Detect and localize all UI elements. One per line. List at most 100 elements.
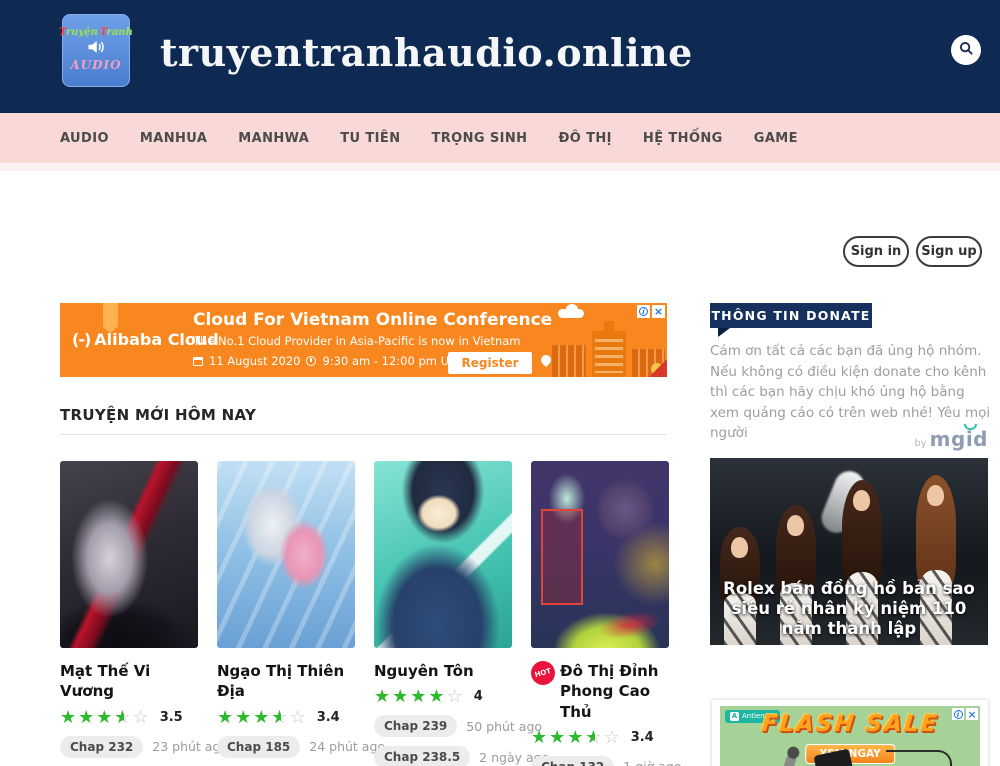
star-icon: ★ [531, 727, 547, 748]
star-icon: ☆★ [271, 709, 287, 727]
header: TruyệnTranh AUDIO truyentranhaudio.onlin… [0, 0, 1000, 113]
comic-title[interactable]: Nguyên Tôn [374, 661, 474, 681]
comic-title-row: Nguyên Tôn [374, 661, 512, 681]
chapter-chip[interactable]: Chap 239 [374, 715, 457, 737]
clock-icon [306, 356, 316, 366]
stars-rating: ★★★☆★☆ 3.4 [531, 728, 669, 747]
star-icon: ☆ [604, 727, 620, 748]
stand-wire-graphic [886, 750, 952, 766]
star-icon: ☆★ [585, 729, 601, 747]
chapter-chip[interactable]: Chap 132 [531, 756, 614, 766]
star-icon: ★ [567, 727, 583, 748]
star-icon: ☆ [447, 686, 463, 707]
logo-script-text: TruyệnTranh [58, 28, 134, 38]
sign-in-button[interactable]: Sign in [843, 236, 909, 267]
nav-item[interactable]: AUDIO [60, 131, 109, 146]
flash-sale-title: FLASH SALE [720, 711, 980, 737]
chapter-row: Chap 185 24 phút ago [217, 736, 355, 758]
comic-cover-image[interactable] [217, 461, 355, 648]
nav-item[interactable]: HỆ THỐNG [643, 131, 723, 146]
main-nav: AUDIO MANHUA MANHWA TU TIÊN TRỌNG SINH ĐÔ THỊ… [0, 113, 1000, 163]
nav-items: AUDIO MANHUA MANHWA TU TIÊN TRỌNG SINH ĐÔ THỊ… [60, 113, 798, 163]
star-icon: ☆★ [114, 709, 130, 727]
comic-card: Nguyên Tôn ★★★★☆ 4 Chap 239 50 phút ago … [374, 461, 512, 766]
chapter-row: Chap 132 1 giờ ago [531, 756, 669, 766]
donate-ribbon: THÔNG TIN DONATE [710, 303, 872, 328]
star-icons: ★★★☆★☆ [217, 708, 308, 727]
comic-cards-grid: Mạt Thế Vi Vương ★★★☆★☆ 3.5 Chap 232 23 … [60, 461, 672, 766]
info-letter: i [954, 710, 963, 719]
star-icon: ★ [235, 707, 251, 728]
building-graphic [552, 345, 586, 377]
star-icon: ★ [392, 686, 408, 707]
ad-close-icon[interactable]: × [652, 305, 665, 318]
nav-item[interactable]: MANHUA [140, 131, 207, 146]
donate-ribbon-tail [718, 328, 730, 337]
chapter-chip[interactable]: Chap 232 [60, 736, 143, 758]
comic-cover-image[interactable] [60, 461, 198, 648]
chapter-list: Chap 132 1 giờ ago Chap 131 05/08/2020 [531, 756, 669, 766]
comic-cover-image[interactable] [374, 461, 512, 648]
alibaba-ad-banner[interactable]: (-) Alibaba Cloud Cloud For Vietnam Onli… [60, 303, 667, 377]
nav-bottom-strip [0, 163, 1000, 171]
rolex-native-ad[interactable]: Rolex bán đồng hồ bản sao siêu rẻ nhân k… [710, 458, 988, 645]
comic-card: Mạt Thế Vi Vương ★★★☆★☆ 3.5 Chap 232 23 … [60, 461, 198, 766]
chapter-row: Chap 232 23 phút ago [60, 736, 198, 758]
logo-word1: Truyện [58, 28, 99, 38]
ad-info-icon[interactable]: i [952, 708, 964, 720]
chapter-chip[interactable]: Chap 185 [217, 736, 300, 758]
logo-audio-label: AUDIO [70, 59, 121, 72]
search-button[interactable] [951, 35, 981, 65]
section-divider [60, 434, 667, 435]
page: TruyệnTranh AUDIO truyentranhaudio.onlin… [0, 0, 1000, 766]
chapter-chip[interactable]: Chap 238.5 [374, 746, 470, 766]
star-icons: ★★★☆★☆ [60, 708, 151, 727]
register-now-button[interactable]: Register Now [448, 352, 532, 374]
ad-event-date: 11 August 2020 [209, 354, 300, 368]
site-title[interactable]: truyentranhaudio.online [160, 30, 693, 75]
stars-rating: ★★★★☆ 4 [374, 687, 512, 706]
chapter-list: Chap 232 23 phút ago Chap 231 05/08/2020 [60, 736, 198, 766]
logo-word2: Tranh [99, 28, 134, 38]
ad-close-icon[interactable]: × [966, 708, 978, 720]
nav-item[interactable]: MANHWA [238, 131, 309, 146]
nav-item[interactable]: TRỌNG SINH [431, 131, 527, 146]
star-icon: ☆ [133, 707, 149, 728]
comic-card: Ngạo Thị Thiên Địa ★★★☆★☆ 3.4 Chap 185 2… [217, 461, 355, 766]
stars-rating: ★★★☆★☆ 3.5 [60, 708, 198, 727]
nav-item[interactable]: ĐÔ THỊ [558, 131, 611, 146]
ad-subheadline: The No.1 Cloud Provider in Asia-Pacific … [193, 334, 521, 348]
cloud-graphic [558, 309, 584, 318]
star-icon: ★ [78, 707, 94, 728]
mgid-brand: mgid [930, 427, 988, 451]
mgid-by-label: by [914, 438, 926, 449]
nav-item[interactable]: GAME [754, 131, 798, 146]
alibaba-logo-mark: (-) [72, 330, 90, 349]
comic-cover-image[interactable] [531, 461, 669, 648]
ad-info-icon[interactable]: i [637, 305, 650, 318]
star-icon: ★ [374, 686, 390, 707]
church-graphic [592, 331, 626, 377]
nav-item[interactable]: TU TIÊN [340, 131, 400, 146]
site-logo[interactable]: TruyệnTranh AUDIO [62, 14, 130, 87]
stars-rating: ★★★☆★☆ 3.4 [217, 708, 355, 727]
rating-value: 3.4 [631, 730, 654, 745]
comic-title[interactable]: Đô Thị Đỉnh Phong Cao Thủ [560, 661, 669, 722]
star-icon: ☆ [290, 707, 306, 728]
star-icon: ★ [549, 727, 565, 748]
flash-ad-body: A Antien.vn FLASH SALE XEM NGAY i × [720, 706, 980, 766]
comic-title[interactable]: Mạt Thế Vi Vương [60, 661, 198, 702]
flash-sale-ad[interactable]: A Antien.vn FLASH SALE XEM NGAY i × [712, 700, 988, 766]
corner-ribbon-graphic [649, 359, 667, 377]
comic-title[interactable]: Ngạo Thị Thiên Địa [217, 661, 355, 702]
section-title: TRUYỆN MỚI HÔM NAY [60, 406, 256, 424]
sign-up-button[interactable]: Sign up [916, 236, 982, 267]
comic-title-row: Ngạo Thị Thiên Địa [217, 661, 355, 702]
calendar-icon [193, 357, 203, 366]
mgid-attribution[interactable]: bymgid [710, 427, 988, 451]
chapter-row: Chap 238.5 2 ngày ago [374, 746, 512, 766]
chapter-time: 1 giờ ago [623, 759, 681, 766]
star-icons: ★★★☆★☆ [531, 728, 622, 747]
rating-value: 4 [474, 689, 483, 704]
comic-title-row: Mạt Thế Vi Vương [60, 661, 198, 702]
